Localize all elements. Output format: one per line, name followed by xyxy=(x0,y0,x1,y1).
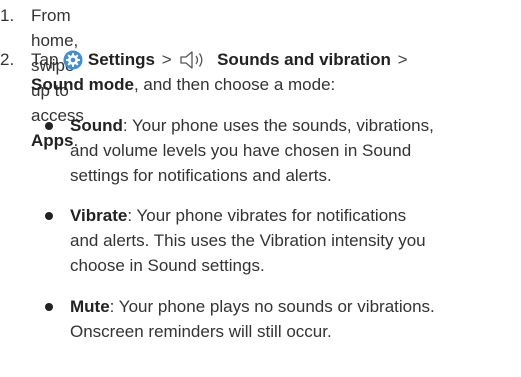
settings-label: Settings xyxy=(87,50,155,69)
mode-name-vibrate: Vibrate xyxy=(70,206,128,225)
mode-name-mute: Mute xyxy=(70,297,110,316)
mode-desc-line: Onscreen reminders will still occur. xyxy=(70,322,332,341)
mode-desc-line: : Your phone plays no sounds or vibratio… xyxy=(109,297,435,316)
step-2-number: 2. xyxy=(0,50,15,69)
mode-desc-line: and alerts. This uses the Vibration inte… xyxy=(70,231,426,250)
apps-label: Apps xyxy=(31,131,74,150)
step-2-line-1: Tap Settings > Sounds and vibration > xyxy=(31,47,501,72)
instruction-document: 1. From home, swipe up to access Apps. 2… xyxy=(0,0,521,377)
mode-desc-line: and volume levels you have chosen in Sou… xyxy=(70,141,412,160)
bullet-dot xyxy=(45,212,53,220)
mode-desc-line: choose in Sound settings. xyxy=(70,256,265,275)
separator-2: > xyxy=(397,50,408,69)
bullet-dot xyxy=(45,122,53,130)
step-1-number: 1. xyxy=(0,6,15,25)
mode-desc-line: : Your phone uses the sounds, vibrations… xyxy=(122,116,434,135)
sounds-vibration-label: Sounds and vibration xyxy=(217,50,391,69)
step-2-line-2: Sound mode, and then choose a mode: xyxy=(31,72,501,97)
mode-desc-line: settings for notifications and alerts. xyxy=(70,166,332,185)
sound-mode-label: Sound mode xyxy=(31,75,134,94)
tap-text: Tap xyxy=(31,50,59,69)
mode-desc-line: : Your phone vibrates for notifications xyxy=(127,206,407,225)
mode-name-sound: Sound xyxy=(70,116,123,135)
separator-1: > xyxy=(161,50,172,69)
step-2-suffix: , and then choose a mode: xyxy=(133,75,336,94)
bullet-dot xyxy=(45,303,53,311)
